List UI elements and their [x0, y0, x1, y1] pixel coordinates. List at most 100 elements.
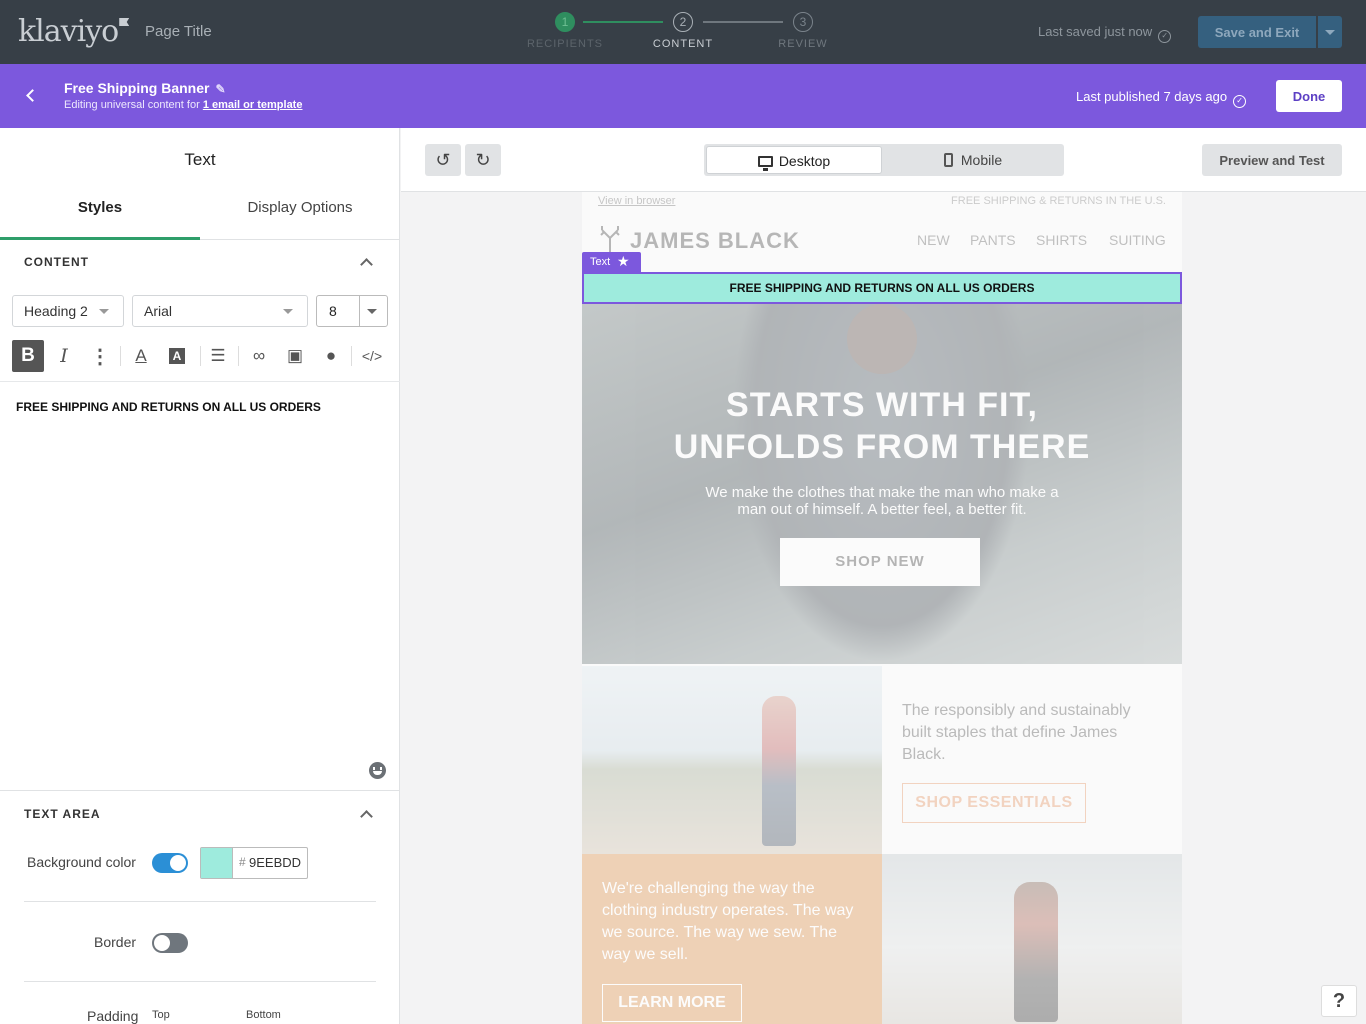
tab-styles[interactable]: Styles	[0, 192, 200, 240]
padding-label: Padding	[87, 1008, 139, 1024]
klaviyo-logo[interactable]: klaviyo	[18, 14, 130, 49]
brand-name: JAMES BLACK	[630, 228, 800, 253]
font-family-select[interactable]: Arial	[132, 295, 308, 327]
mission-copy: We're challenging the way the clothing i…	[602, 880, 854, 963]
hero-title-line-2: UNFOLDS FROM THERE	[673, 428, 1091, 466]
back-arrow-icon[interactable]	[22, 86, 42, 106]
more-vertical-icon[interactable]: ⋮	[84, 340, 116, 372]
font-family-value: Arial	[144, 303, 173, 319]
font-size-select[interactable]: 8	[316, 295, 388, 327]
divider	[200, 346, 201, 366]
chevron-down-icon[interactable]	[367, 309, 377, 314]
step-number: 1	[555, 12, 575, 32]
divider	[238, 346, 239, 366]
step-recipients[interactable]: 1 RECIPIENTS	[520, 12, 610, 50]
mobile-view-button[interactable]: Mobile	[884, 146, 1062, 174]
background-color-label: Background color	[27, 854, 136, 870]
hero-subtitle: We make the clothes that make the man wh…	[705, 484, 1059, 518]
source-code-icon[interactable]: </>	[356, 340, 388, 372]
text-color-icon[interactable]: A	[125, 340, 157, 372]
universal-block-bar: Free Shipping Banner ✎ Editing universal …	[0, 64, 1366, 128]
chevron-down-icon	[99, 309, 109, 314]
mission-block[interactable]: We're challenging the way the clothing i…	[582, 854, 882, 1024]
step-label: CONTENT	[652, 38, 714, 50]
step-number: 3	[793, 12, 813, 32]
check-circle-icon: ✓	[1233, 95, 1247, 108]
email-nav-shirts[interactable]: SHIRTS	[1036, 232, 1087, 248]
hash-symbol: #	[239, 855, 246, 869]
text-style-select[interactable]: Heading 2	[12, 295, 124, 327]
block-name[interactable]: Free Shipping Banner ✎	[64, 80, 226, 96]
publish-status-text: Last published 7 days ago	[1076, 89, 1228, 104]
insert-image-icon[interactable]: ▣	[279, 340, 311, 372]
email-nav-new[interactable]: NEW	[917, 232, 950, 248]
highlight-color-icon[interactable]: A	[161, 340, 193, 372]
bold-icon[interactable]: B	[12, 340, 44, 372]
block-type-tag[interactable]: Text ★	[582, 252, 641, 272]
save-status-text: Last saved just now	[1038, 24, 1153, 39]
block-type-label: Text	[590, 256, 611, 268]
content-section-header[interactable]: CONTENT	[24, 255, 89, 269]
essentials-copy: The responsibly and sustainably built st…	[902, 702, 1131, 763]
page-title[interactable]: Page Title	[145, 23, 212, 40]
border-toggle[interactable]	[152, 933, 188, 953]
view-mode-toggle: Desktop Mobile	[704, 144, 1064, 176]
color-hex-value[interactable]: 9EEBDD	[249, 855, 301, 870]
selected-text-block[interactable]: FREE SHIPPING AND RETURNS ON ALL US ORDE…	[582, 272, 1182, 304]
tab-display-options[interactable]: Display Options	[200, 192, 400, 240]
link-icon[interactable]: ∞	[243, 340, 275, 372]
check-circle-icon: ✓	[1158, 30, 1172, 43]
done-button[interactable]: Done	[1276, 80, 1342, 112]
step-label: REVIEW	[778, 38, 828, 50]
divider	[351, 346, 352, 366]
preheader-shipping-text: FREE SHIPPING & RETURNS IN THE U.S.	[951, 195, 1166, 207]
italic-icon[interactable]: I	[48, 340, 80, 372]
save-and-exit-button[interactable]: Save and Exit	[1198, 16, 1316, 48]
personalization-person-icon[interactable]: ●	[315, 340, 347, 372]
photo-person	[762, 696, 796, 846]
seated-man-photo[interactable]	[882, 854, 1182, 1024]
step-number: 2	[673, 12, 693, 32]
email-nav-pants[interactable]: PANTS	[970, 232, 1016, 248]
align-left-icon[interactable]: ☰	[202, 340, 234, 372]
desktop-label: Desktop	[778, 153, 831, 169]
help-button[interactable]: ?	[1321, 985, 1357, 1017]
brand-logo[interactable]: JAMES BLACK	[598, 226, 800, 254]
learn-more-button[interactable]: LEARN MORE	[602, 984, 742, 1022]
redo-icon[interactable]: ↻	[465, 144, 501, 176]
photo-person	[1014, 882, 1058, 1022]
logo-flag-icon	[119, 18, 130, 26]
text-style-value: Heading 2	[24, 303, 88, 319]
color-swatch[interactable]	[201, 848, 233, 878]
block-name-text: Free Shipping Banner	[64, 80, 210, 96]
father-child-photo[interactable]	[582, 666, 882, 854]
save-options-dropdown-button[interactable]	[1318, 16, 1342, 48]
pencil-icon[interactable]: ✎	[215, 82, 225, 96]
step-review[interactable]: 3 REVIEW	[758, 12, 848, 50]
background-color-toggle[interactable]	[152, 853, 188, 873]
text-area-section-header[interactable]: TEXT AREA	[24, 807, 101, 821]
step-content[interactable]: 2 CONTENT	[638, 12, 728, 50]
shop-essentials-button[interactable]: SHOP ESSENTIALS	[902, 783, 1086, 823]
email-nav-suiting[interactable]: SUITING	[1109, 232, 1166, 248]
chevron-up-icon[interactable]	[360, 808, 372, 820]
view-in-browser-link[interactable]: View in browser	[598, 195, 675, 207]
editing-info: Editing universal content for 1 email or…	[64, 99, 302, 111]
preview-and-test-button[interactable]: Preview and Test	[1202, 144, 1342, 176]
email-preview: View in browser FREE SHIPPING & RETURNS …	[582, 192, 1182, 1024]
background-color-input[interactable]: # 9EEBDD	[200, 847, 308, 879]
text-content-editor[interactable]: FREE SHIPPING AND RETURNS ON ALL US ORDE…	[16, 400, 321, 414]
chevron-up-icon[interactable]	[360, 256, 372, 268]
undo-icon[interactable]: ↺	[425, 144, 461, 176]
shop-new-button[interactable]: SHOP NEW	[780, 538, 980, 586]
font-size-value: 8	[329, 303, 337, 319]
progress-steps: 1 RECIPIENTS 2 CONTENT 3 REVIEW	[520, 12, 840, 56]
emoji-icon[interactable]	[369, 762, 386, 779]
top-nav-bar: klaviyo Page Title 1 RECIPIENTS 2 CONTEN…	[0, 0, 1366, 64]
text-format-toolbar: B I ⋮ A A ☰ ∞ ▣ ● </>	[0, 338, 400, 382]
divider	[0, 790, 400, 791]
desktop-view-button[interactable]: Desktop	[706, 146, 882, 174]
hero-section[interactable]: STARTS WITH FIT, UNFOLDS FROM THERE We ma…	[582, 304, 1182, 664]
canvas-toolbar: ↺ ↻ Desktop Mobile Preview and Test	[401, 128, 1366, 192]
usage-link[interactable]: 1 email or template	[203, 99, 303, 111]
